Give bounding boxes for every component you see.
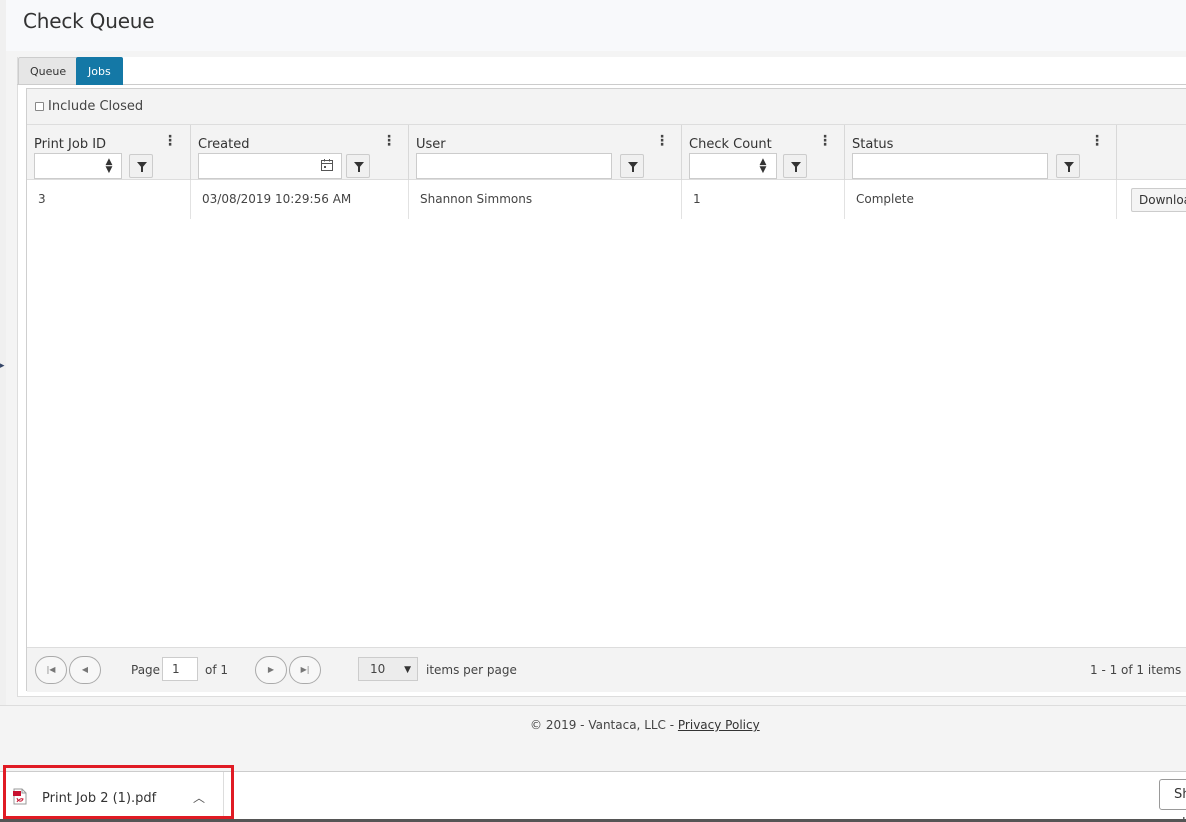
- first-page-button[interactable]: |◀: [35, 656, 67, 684]
- grid-pager: |◀ ◀ Page 1 of 1 ▶ ▶| 10 ▼ items per pag…: [27, 647, 1186, 692]
- column-menu-icon[interactable]: ⋮: [163, 133, 177, 149]
- copyright-text: © 2019 - Vantaca, LLC -: [530, 718, 678, 732]
- next-page-icon: ▶: [267, 665, 275, 674]
- column-header-print-job-id: Print Job ID ⋮ ▲ ▼: [27, 125, 191, 180]
- previous-page-button[interactable]: ◀: [69, 656, 101, 684]
- tab-bar: Queue Jobs: [17, 57, 1186, 85]
- column-header-actions: [1117, 125, 1186, 180]
- column-title: Status: [852, 137, 894, 152]
- filter-icon[interactable]: [620, 154, 644, 178]
- column-header-created: Created ⋮: [191, 125, 409, 180]
- pager-summary: 1 - 1 of 1 items: [1090, 663, 1182, 677]
- include-closed-label: Include Closed: [48, 99, 144, 114]
- page-footer: © 2019 - Vantaca, LLC - Privacy Policy: [0, 705, 1186, 771]
- column-menu-icon[interactable]: ⋮: [818, 133, 832, 149]
- dropdown-arrow-icon: ▼: [404, 665, 411, 675]
- download-button[interactable]: Download: [1131, 188, 1186, 212]
- column-title: Print Job ID: [34, 137, 107, 152]
- page-size-value: 10: [370, 662, 386, 676]
- numeric-spinner-icon[interactable]: ▲ ▼: [101, 158, 117, 175]
- page-title: Check Queue: [23, 9, 155, 33]
- table-row: 3 03/08/2019 10:29:56 AM Shannon Simmons…: [27, 180, 1186, 219]
- last-page-icon: ▶|: [300, 665, 310, 674]
- chevron-up-icon[interactable]: ︿: [193, 789, 205, 806]
- collapse-caret-icon[interactable]: ▸: [0, 361, 5, 371]
- page-count-label: of 1: [205, 663, 229, 677]
- cell-user: Shannon Simmons: [409, 180, 682, 219]
- column-menu-icon[interactable]: ⋮: [382, 133, 396, 149]
- column-title: User: [416, 137, 446, 152]
- tab-queue[interactable]: Queue: [18, 57, 79, 84]
- cell-status: Complete: [845, 180, 1117, 219]
- privacy-policy-link[interactable]: Privacy Policy: [678, 718, 760, 732]
- column-title: Created: [198, 137, 250, 152]
- page-size-select[interactable]: 10 ▼: [358, 657, 418, 681]
- page-header: Check Queue: [6, 0, 1186, 51]
- last-page-button[interactable]: ▶|: [289, 656, 321, 684]
- numeric-spinner-icon[interactable]: ▲ ▼: [755, 158, 771, 175]
- include-closed-checkbox[interactable]: [35, 102, 44, 111]
- column-header-user: User ⋮: [409, 125, 682, 180]
- jobs-grid: Include Closed Print Job ID ⋮ ▲ ▼ Created…: [26, 88, 1186, 692]
- calendar-icon[interactable]: [320, 158, 334, 172]
- grid-toolbar: Include Closed: [27, 89, 1186, 125]
- column-menu-icon[interactable]: ⋮: [1090, 133, 1104, 149]
- column-menu-icon[interactable]: ⋮: [655, 133, 669, 149]
- downloads-bar: Print Job 2 (1).pdf ︿: [0, 771, 1186, 822]
- column-header-check-count: Check Count ⋮ ▲ ▼: [682, 125, 845, 180]
- first-page-icon: |◀: [46, 665, 56, 674]
- filter-icon[interactable]: [783, 154, 807, 178]
- column-title: Check Count: [689, 137, 772, 152]
- cell-created: 03/08/2019 10:29:56 AM: [191, 180, 409, 219]
- status-filter-input[interactable]: [852, 153, 1048, 179]
- footer-text: © 2019 - Vantaca, LLC - Privacy Policy: [530, 718, 760, 732]
- download-filename: Print Job 2 (1).pdf: [42, 791, 157, 806]
- cell-check-count: 1: [682, 180, 845, 219]
- grid-header-row: Print Job ID ⋮ ▲ ▼ Created ⋮ User ⋮ Chec…: [27, 125, 1186, 180]
- filter-icon[interactable]: [129, 154, 153, 178]
- page-number-input[interactable]: 1: [162, 657, 198, 681]
- filter-icon[interactable]: [1056, 154, 1080, 178]
- next-page-button[interactable]: ▶: [255, 656, 287, 684]
- left-edge: [0, 0, 6, 705]
- cell-print-job-id: 3: [27, 180, 191, 219]
- filter-icon[interactable]: [346, 154, 370, 178]
- column-header-status: Status ⋮: [845, 125, 1117, 180]
- download-item[interactable]: Print Job 2 (1).pdf ︿: [0, 772, 224, 821]
- pdf-file-icon: [13, 788, 27, 805]
- show-all-downloads-button[interactable]: Show all: [1159, 779, 1186, 822]
- page-label: Page: [131, 663, 161, 677]
- user-filter-input[interactable]: [416, 153, 612, 179]
- tab-jobs[interactable]: Jobs: [76, 57, 123, 85]
- previous-page-icon: ◀: [81, 665, 89, 674]
- items-per-page-label: items per page: [426, 663, 517, 677]
